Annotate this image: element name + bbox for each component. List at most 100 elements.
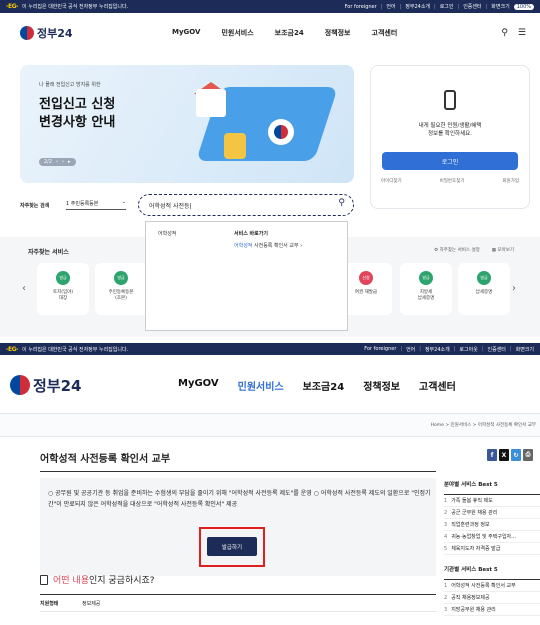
login-panel: 내게 필요한 민원/생활/혜택 정보를 확인하세요. 로그인 아이디찾기 비밀번호찾… (370, 65, 530, 209)
language-link[interactable]: 언어 (386, 3, 395, 10)
chevron-right-icon: › (300, 243, 303, 249)
service-card[interactable]: 발급 지방세 납세증명 (400, 263, 452, 315)
services-setting[interactable]: ⚙ 자주찾는 서비스 설정 (434, 247, 480, 253)
share-icon[interactable]: ↻ (511, 449, 521, 461)
nav-policy[interactable]: 정책정보 (363, 378, 400, 393)
nav-customer[interactable]: 고객센터 (372, 28, 398, 38)
login-message: 내게 필요한 민원/생활/혜택 정보를 확인하세요. (371, 122, 529, 138)
list-item[interactable]: 4 귀농·농업창업 및 주택구입자... (444, 531, 540, 543)
zoom-level[interactable]: 100% (513, 3, 534, 10)
breadcrumb[interactable]: Home > 민원서비스 > 어학성적 사전등록 확인서 교부 (431, 422, 536, 428)
logout-link[interactable]: 로그아웃 (459, 346, 477, 353)
nav-mygov[interactable]: MyGOV (172, 28, 200, 38)
next-icon[interactable]: › (62, 159, 64, 165)
nav-customer[interactable]: 고객센터 (419, 378, 456, 393)
search-select[interactable]: 1 주민등록등본 ⌄ (66, 199, 126, 210)
cert-center-link[interactable]: 인증센터 (463, 3, 481, 10)
phone-icon (444, 90, 456, 110)
info-row-value: 정보제공 (82, 600, 101, 607)
list-item[interactable]: 2 공군 군무원 채용 관리 (444, 507, 540, 519)
logo-text: 정부24 (33, 376, 82, 395)
nav-civil-service[interactable]: 민원서비스 (238, 378, 284, 393)
sidebar: 분야별 서비스 Best 5 1 가족 돌봄 휴직 제도 2 공군 군무원 채용 관… (444, 478, 540, 616)
list-item[interactable]: 3 직업훈련과정 정보 (444, 519, 540, 531)
login-button[interactable]: 로그인 (382, 152, 518, 170)
services-title: 자주찾는 서비스 (28, 249, 69, 256)
site-logo[interactable]: 정부24 (20, 25, 73, 41)
suggest-result[interactable]: 어학성적 사전등록 확인서 교부 › (234, 242, 302, 249)
search-icon[interactable]: ⚲ (501, 28, 508, 38)
hero-banner[interactable]: 나 몰래 전입신고 방지를 위한 전입신고 신청 변경사항 안내 2/2 ‹ › ▸ (20, 65, 354, 183)
main-nav: MyGOV 민원서비스 보조금24 정책정보 고객센터 (178, 378, 456, 393)
site-logo[interactable]: 정부24 (10, 375, 81, 396)
join-link[interactable]: 회원가입 (502, 178, 519, 184)
search-input[interactable]: 어학성적 사전등| ⚲ (138, 194, 354, 216)
about-link[interactable]: 정부24소개 (425, 346, 450, 353)
logo-text: 정부24 (37, 27, 73, 40)
service-label: 납세증명 (417, 296, 435, 301)
hero-subtitle: 나 몰래 전입신고 방지를 위한 (39, 82, 101, 88)
nav-policy[interactable]: 정책정보 (325, 28, 351, 38)
menu-icon[interactable]: ☰ (518, 28, 526, 38)
foreigner-link[interactable]: For foreigner (345, 4, 377, 10)
emblem-icon (20, 26, 34, 40)
service-card[interactable]: 발급 납세증명 (458, 263, 510, 315)
gov-notice-bar: -EG- 이 누리집은 대한민국 공식 전자정부 누리집입니다. For fore… (0, 0, 540, 13)
service-label: 대장 (58, 296, 68, 301)
question-heading: 어떤 내용 인지 궁금하시죠? (40, 573, 155, 586)
print-icon[interactable]: ⎙ (523, 449, 533, 461)
list-item-label: 어학성적 사전등록 확인서 교부 (451, 583, 516, 589)
list-item[interactable]: 2 공직 채용정보제공 (444, 592, 540, 604)
list-item[interactable]: 3 지방공무원 채용 관리 (444, 604, 540, 616)
gov-mark-icon: -EG- (6, 345, 19, 353)
list-item[interactable]: 5 체육지도자 자격증 발급 (444, 543, 540, 555)
gov-mark-icon: -EG- (6, 3, 19, 10)
service-card[interactable]: 발급 토지(임야) 대장 (37, 263, 89, 315)
nav-subsidy[interactable]: 보조금24 (303, 378, 345, 393)
search-icon[interactable]: ⚲ (338, 198, 345, 208)
cert-center-link[interactable]: 인증센터 (488, 346, 506, 353)
service-label: (초본) (115, 296, 127, 301)
service-badge: 발급 (56, 271, 70, 285)
find-id-link[interactable]: 아이디찾기 (381, 178, 402, 184)
list-item-label: 가족 돌봄 휴직 제도 (451, 498, 493, 504)
services-all[interactable]: ▦ 모아보기 (492, 247, 514, 253)
list-item[interactable]: 1 가족 돌봄 휴직 제도 (444, 495, 540, 507)
service-card[interactable]: 발급 주민등록등본 (초본) (95, 263, 147, 315)
title-divider (40, 471, 436, 472)
foreigner-link[interactable]: For foreigner (364, 346, 396, 352)
find-pw-link[interactable]: 비밀번호찾기 (440, 178, 465, 184)
prev-arrow-icon[interactable]: ‹ (22, 283, 26, 294)
language-link[interactable]: 언어 (406, 346, 415, 353)
about-link[interactable]: 정부24소개 (405, 3, 430, 10)
list-item-label: 공군 군무원 채용 관리 (451, 510, 498, 516)
list-item-label: 공직 채용정보제공 (451, 595, 490, 601)
info-text: ○ 공무원 및 공공기관 등 취업을 준비하는 수험생의 부담을 줄이기 위해 … (48, 490, 431, 508)
list-item[interactable]: 1 어학성적 사전등록 확인서 교부 (444, 580, 540, 592)
question-highlight: 어떤 내용 (53, 576, 89, 586)
apply-button[interactable]: 발급하기 (207, 537, 257, 556)
play-icon[interactable]: ▸ (68, 159, 71, 165)
prev-icon[interactable]: ‹ (56, 159, 58, 165)
nav-subsidy[interactable]: 보조금24 (275, 28, 304, 38)
main-header: 정부24 MyGOV 민원서비스 보조금24 정책정보 고객센터 ⚲ ☰ (0, 20, 540, 46)
apply-highlight: 발급하기 (199, 527, 265, 567)
gov-notice-text: 이 누리집은 대한민국 공식 전자정부 누리집입니다. (22, 346, 129, 353)
x-icon[interactable]: X (499, 449, 509, 461)
login-message-line1: 내게 필요한 민원/생활/혜택 (418, 123, 482, 129)
hero-pager[interactable]: 2/2 ‹ › ▸ (39, 158, 76, 166)
list-item-label: 지방공무원 채용 관리 (451, 607, 496, 613)
search-row: 자주찾는 검색 1 주민등록등본 ⌄ 어학성적 사전등| ⚲ (20, 193, 354, 217)
login-link[interactable]: 로그인 (440, 3, 454, 10)
nav-mygov[interactable]: MyGOV (178, 378, 219, 393)
suggest-keyword[interactable]: 어학성적 (158, 230, 176, 237)
facebook-icon[interactable]: f (487, 449, 497, 461)
gov-notice-bar-2: -EG- 이 누리집은 대한민국 공식 전자정부 누리집입니다. For fore… (0, 343, 540, 355)
nav-civil-service[interactable]: 민원서비스 (221, 28, 253, 38)
next-arrow-icon[interactable]: › (512, 283, 516, 294)
question-rest: 인지 궁금하시죠? (88, 576, 155, 586)
best-field-title: 분야별 서비스 Best 5 (444, 482, 498, 488)
best-field-list: 1 가족 돌봄 휴직 제도 2 공군 군무원 채용 관리 3 직업훈련과정 정보 4귀… (444, 494, 540, 555)
suggest-heading: 서비스 바로가기 (234, 231, 268, 237)
list-item-label: 귀농·농업창업 및 주택구입자... (451, 534, 516, 540)
